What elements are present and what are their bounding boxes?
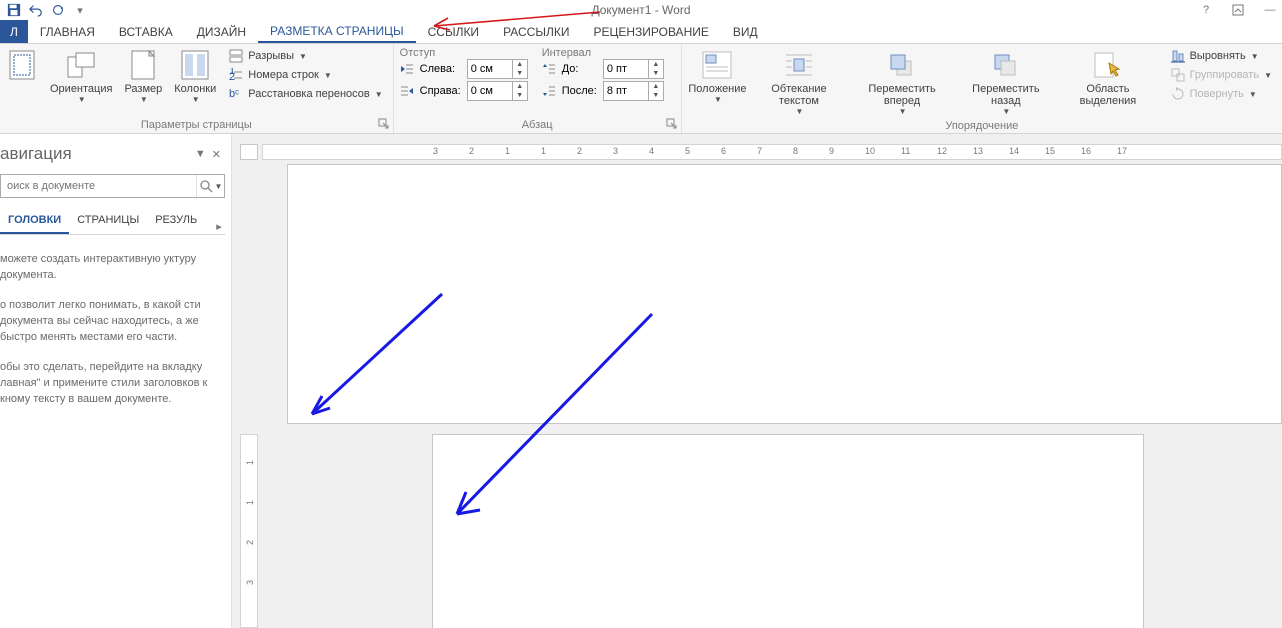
workspace: авигация ▼ ✕ ▼ ГОЛОВКИ СТРАНИЦЫ РЕЗУЛЬ ▸… (0, 134, 1282, 628)
ruler-corner (240, 144, 258, 160)
nav-close-icon[interactable]: ✕ (212, 148, 221, 161)
breaks-button[interactable]: Разрывы▼ (224, 47, 386, 65)
undo-icon[interactable] (26, 1, 46, 19)
search-box[interactable]: ▼ (0, 174, 225, 198)
group-button[interactable]: Группировать▼ (1166, 66, 1276, 84)
rotate-icon (1170, 86, 1186, 102)
search-icon[interactable]: ▼ (196, 175, 224, 197)
indent-right-label: Справа: (420, 85, 461, 97)
wrap-text-icon (783, 49, 815, 81)
tab-page-layout[interactable]: РАЗМЕТКА СТРАНИЦЫ (258, 20, 416, 43)
hyphenation-button[interactable]: bᶜРасстановка переносов▼ (224, 85, 386, 103)
group-arrange-label: Упорядочение (688, 118, 1276, 134)
tab-review[interactable]: РЕЦЕНЗИРОВАНИЕ (581, 20, 720, 43)
spacing-header: Интервал (542, 47, 664, 59)
align-icon (1170, 48, 1186, 64)
title-bar: ▾ Документ1 - Word ? — (0, 0, 1282, 20)
spin-up-icon[interactable]: ▲ (649, 82, 663, 91)
page-setup-dialog-icon[interactable] (378, 118, 390, 130)
margins-button[interactable] (6, 47, 42, 117)
tab-insert[interactable]: ВСТАВКА (107, 20, 185, 43)
spin-down-icon[interactable]: ▼ (649, 69, 663, 78)
nav-tab-headings[interactable]: ГОЛОВКИ (0, 208, 69, 234)
orientation-icon (65, 49, 97, 81)
position-button[interactable]: Положение▼ (688, 47, 748, 118)
indent-right-icon (400, 85, 414, 97)
group-page-setup-label: Параметры страницы (6, 117, 387, 133)
hyphenation-icon: bᶜ (228, 86, 244, 102)
group-paragraph-label: Абзац (400, 117, 675, 133)
nav-tab-scroll-icon[interactable]: ▸ (213, 214, 225, 235)
minimize-icon[interactable]: — (1258, 1, 1282, 19)
tab-references[interactable]: ССЫЛКИ (416, 20, 491, 43)
send-backward-icon (990, 49, 1022, 81)
nav-tab-pages[interactable]: СТРАНИЦЫ (69, 208, 147, 234)
indent-header: Отступ (400, 47, 528, 59)
tab-design[interactable]: ДИЗАЙН (185, 20, 258, 43)
nav-body-text: можете создать интерактивную уктуру доку… (0, 251, 225, 421)
margins-icon (6, 49, 38, 81)
indent-right-input[interactable]: ▲▼ (467, 81, 528, 101)
spacing-after-icon (542, 85, 556, 97)
tab-mailings[interactable]: РАССЫЛКИ (491, 20, 581, 43)
line-numbers-icon: 12 (228, 67, 244, 83)
selection-pane-button[interactable]: Область выделения (1058, 47, 1157, 118)
spin-up-icon[interactable]: ▲ (649, 60, 663, 69)
vertical-ruler[interactable]: 1 1 2 3 (240, 434, 258, 628)
spin-up-icon[interactable]: ▲ (513, 82, 527, 91)
spin-up-icon[interactable]: ▲ (513, 60, 527, 69)
spacing-before-icon (542, 63, 556, 75)
redo-icon[interactable] (48, 1, 68, 19)
breaks-icon (228, 48, 244, 64)
svg-text:2: 2 (229, 71, 235, 82)
spacing-after-label: После: (562, 85, 597, 97)
bring-forward-button[interactable]: Переместить вперед▼ (851, 47, 954, 118)
indent-left-icon (400, 63, 414, 75)
align-button[interactable]: Выровнять▼ (1166, 47, 1276, 65)
spacing-after-input[interactable]: ▲▼ (603, 81, 664, 101)
navigation-pane: авигация ▼ ✕ ▼ ГОЛОВКИ СТРАНИЦЫ РЕЗУЛЬ ▸… (0, 134, 232, 628)
ribbon-display-icon[interactable] (1226, 1, 1250, 19)
wrap-text-button[interactable]: Обтекание текстом▼ (751, 47, 846, 118)
columns-button[interactable]: Колонки▼ (170, 47, 220, 117)
help-icon[interactable]: ? (1194, 1, 1218, 19)
svg-text:bᶜ: bᶜ (229, 88, 239, 100)
document-area[interactable]: 3211234567891011121314151617 1 1 2 3 (232, 134, 1282, 628)
spacing-before-label: До: (562, 63, 597, 75)
indent-left-input[interactable]: ▲▼ (467, 59, 528, 79)
selection-pane-icon (1092, 49, 1124, 81)
horizontal-ruler[interactable]: 3211234567891011121314151617 (262, 144, 1282, 160)
bring-forward-icon (886, 49, 918, 81)
size-button[interactable]: Размер▼ (120, 47, 166, 117)
orientation-button[interactable]: Ориентация▼ (46, 47, 116, 117)
group-icon (1170, 67, 1186, 83)
nav-tab-results[interactable]: РЕЗУЛЬ (147, 208, 205, 234)
nav-dropdown-icon[interactable]: ▼ (195, 148, 206, 161)
line-numbers-button[interactable]: 12Номера строк▼ (224, 66, 386, 84)
indent-left-label: Слева: (420, 63, 461, 75)
send-backward-button[interactable]: Переместить назад▼ (957, 47, 1054, 118)
search-input[interactable] (1, 175, 196, 197)
tab-home[interactable]: ГЛАВНАЯ (28, 20, 107, 43)
document-page-1[interactable] (287, 164, 1282, 424)
document-page-2[interactable] (432, 434, 1144, 628)
spacing-before-input[interactable]: ▲▼ (603, 59, 664, 79)
rotate-button[interactable]: Повернуть▼ (1166, 85, 1276, 103)
navigation-title: авигация (0, 144, 72, 164)
tab-view[interactable]: ВИД (721, 20, 770, 43)
spin-down-icon[interactable]: ▼ (649, 91, 663, 100)
qat-customize-icon[interactable]: ▾ (70, 1, 90, 19)
ribbon: Ориентация▼ Размер▼ Колонки▼ Разрывы▼ 12… (0, 44, 1282, 134)
tab-file[interactable]: Л (0, 20, 28, 43)
ribbon-tabs: Л ГЛАВНАЯ ВСТАВКА ДИЗАЙН РАЗМЕТКА СТРАНИ… (0, 20, 1282, 44)
spin-down-icon[interactable]: ▼ (513, 91, 527, 100)
document-title: Документ1 - Word (591, 3, 690, 17)
columns-icon (179, 49, 211, 81)
size-icon (127, 49, 159, 81)
paragraph-dialog-icon[interactable] (666, 118, 678, 130)
save-icon[interactable] (4, 1, 24, 19)
position-icon (701, 49, 733, 81)
spin-down-icon[interactable]: ▼ (513, 69, 527, 78)
